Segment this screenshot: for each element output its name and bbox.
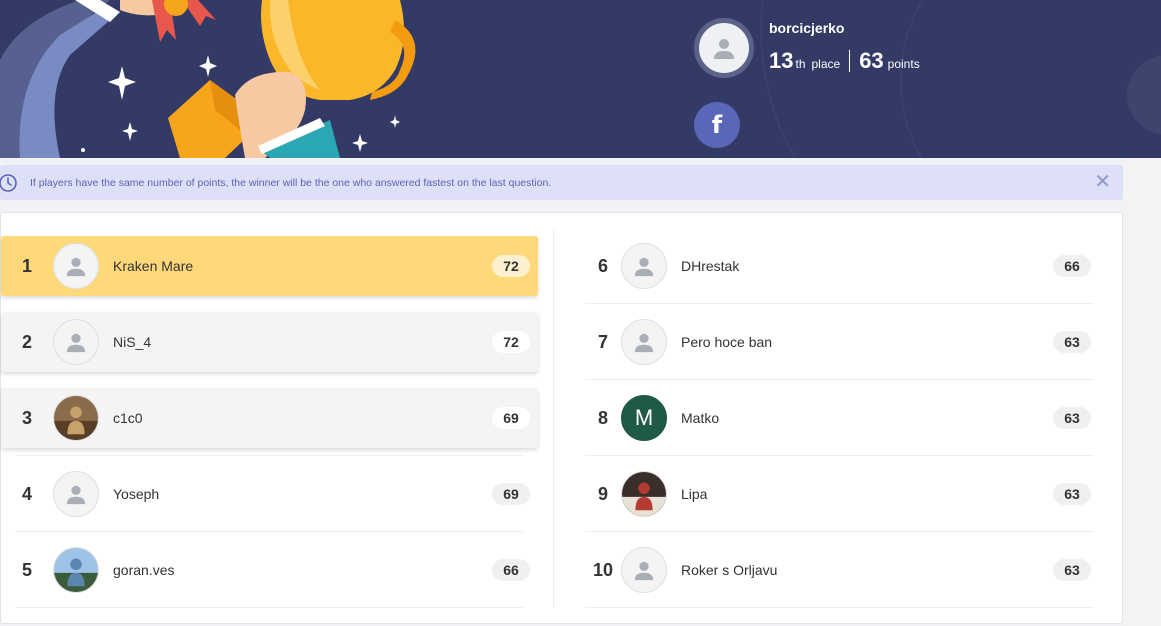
player-points: 69 [492,407,530,429]
rank-number: 2 [21,331,32,352]
header-banner: borcicjerko 13 th place 63 points f [0,0,1161,158]
player-avatar[interactable] [621,547,667,593]
rank-number: 9 [597,483,608,504]
rank-number: 3 [21,407,32,428]
leaderboard-row[interactable]: 9 Lipa 63 [585,464,1099,524]
player-points: 66 [1053,255,1091,277]
row-separator [15,455,523,456]
leaderboard-row[interactable]: 10 Roker s Orljavu 63 [585,540,1099,600]
leaderboard-row[interactable]: 6 DHrestak 66 [585,236,1099,296]
rank-number: 6 [597,255,608,276]
points-number: 63 [859,48,884,73]
default-avatar-icon [66,485,86,505]
rank-number: 7 [597,331,608,352]
player-name[interactable]: Kraken Mare [113,258,492,274]
player-avatar[interactable] [53,547,99,593]
player-name[interactable]: Pero hoce ban [681,334,1053,350]
player-points: 63 [1053,331,1091,353]
row-separator [585,303,1093,304]
row-separator [585,531,1093,532]
player-avatar[interactable] [53,319,99,365]
player-name[interactable]: Yoseph [113,486,492,502]
points-label: points [887,57,920,71]
leaderboard-row[interactable]: 2 NiS_4 72 [1,312,538,372]
page-background [1123,158,1161,626]
row-separator [585,607,1093,608]
player-avatar[interactable] [53,243,99,289]
default-avatar-icon [66,257,86,277]
player-points: 63 [1053,407,1091,429]
rank-number: 8 [597,407,608,428]
column-divider [553,228,554,608]
photo-avatar-image [54,396,98,440]
notice-text: If players have the same number of point… [30,176,552,189]
row-separator [585,379,1093,380]
player-avatar[interactable] [621,319,667,365]
player-name[interactable]: Roker s Orljavu [681,562,1053,578]
default-avatar-icon [66,333,86,353]
photo-avatar-image [54,548,98,592]
decor-arc [900,0,1161,158]
default-avatar-icon [634,333,654,353]
player-points: 63 [1053,559,1091,581]
player-points: 63 [1053,483,1091,505]
close-icon[interactable]: ✕ [1094,172,1111,192]
player-points: 72 [492,255,530,277]
stats-divider [849,50,851,72]
facebook-share-button[interactable]: f [694,102,740,148]
leaderboard-row[interactable]: 4 Yoseph 69 [1,464,538,524]
row-separator [15,607,523,608]
tiebreak-notice: If players have the same number of point… [0,165,1123,200]
player-points: 72 [492,331,530,353]
rank-number: 5 [21,559,32,580]
player-name[interactable]: c1c0 [113,410,492,426]
leaderboard-row[interactable]: 5 goran.ves 66 [1,540,538,600]
username: borcicjerko [769,20,845,36]
player-avatar[interactable] [53,471,99,517]
default-avatar-icon [714,39,734,59]
player-avatar[interactable] [53,395,99,441]
photo-avatar-image [622,472,666,516]
trophy-illustration [0,0,416,158]
player-name[interactable]: Lipa [681,486,1053,502]
player-avatar[interactable]: M [621,395,667,441]
place-number: 13 [769,48,794,73]
leaderboard-row[interactable]: 3 c1c0 69 [1,388,538,448]
player-avatar[interactable] [621,243,667,289]
row-separator [585,455,1093,456]
user-avatar[interactable] [694,18,754,78]
player-points: 69 [492,483,530,505]
player-points: 66 [492,559,530,581]
rank-number: 1 [21,255,32,276]
rank-number: 4 [21,483,32,504]
place-label: place [811,57,841,71]
place-suffix: th [795,57,806,71]
leaderboard-panel: 1 Kraken Mare 72 2 NiS_4 72 3 c1c0 69 4 Yoseph 69 5 g… [0,212,1123,624]
default-avatar-icon [634,561,654,581]
player-name[interactable]: DHrestak [681,258,1053,274]
player-name[interactable]: goran.ves [113,562,492,578]
leaderboard-row[interactable]: 8 M Matko 63 [585,388,1099,448]
row-separator [15,531,523,532]
player-name[interactable]: NiS_4 [113,334,492,350]
facebook-icon: f [711,111,723,139]
leaderboard-row[interactable]: 7 Pero hoce ban 63 [585,312,1099,372]
clock-icon [0,173,20,193]
player-avatar[interactable] [621,471,667,517]
avatar-letter: M [634,405,654,430]
default-avatar-icon [634,257,654,277]
rank-number: 10 [592,559,614,580]
player-name[interactable]: Matko [681,410,1053,426]
leaderboard-row[interactable]: 1 Kraken Mare 72 [1,236,538,296]
user-stats: 13 th place 63 points [769,48,920,74]
